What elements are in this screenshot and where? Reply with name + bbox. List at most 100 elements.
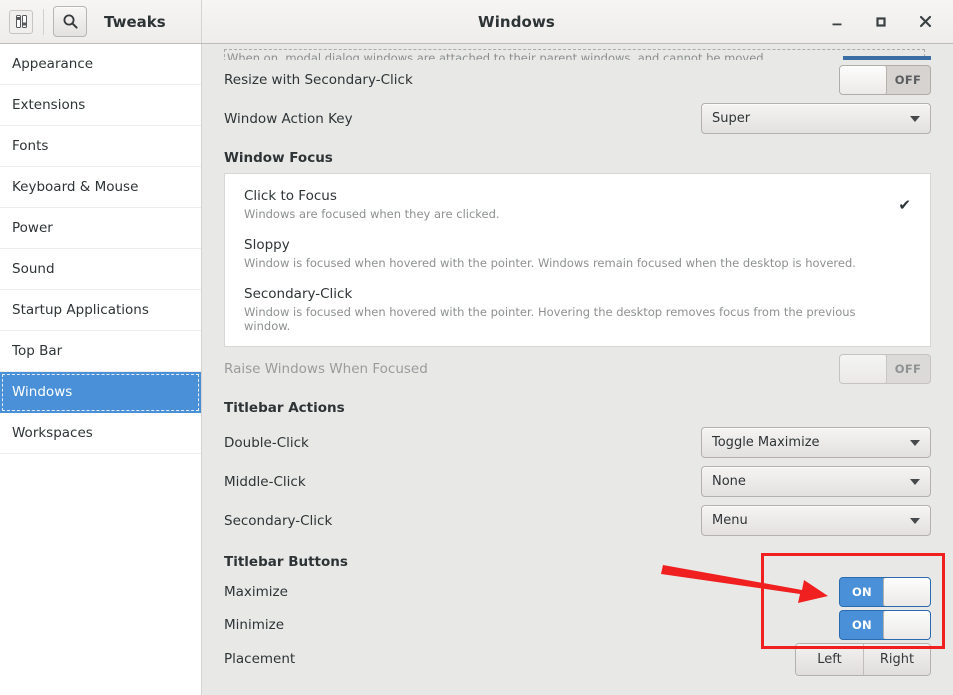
switch-state-label: OFF bbox=[894, 72, 922, 87]
sidebar-item-label: Sound bbox=[12, 261, 55, 277]
placement-right-button[interactable]: Right bbox=[863, 643, 930, 675]
double-click-row: Double-Click Toggle Maximize bbox=[224, 423, 931, 462]
sidebar-item-power[interactable]: Power bbox=[0, 208, 201, 249]
maximize-toggle[interactable]: ON bbox=[839, 576, 931, 607]
option-description: Window is focused when hovered with the … bbox=[244, 305, 856, 333]
maximize-row: Maximize ON bbox=[224, 575, 931, 608]
close-button[interactable] bbox=[911, 8, 939, 36]
secondary-click-dropdown[interactable]: Menu bbox=[701, 505, 931, 536]
double-click-label: Double-Click bbox=[224, 434, 309, 451]
minimize-row: Minimize ON bbox=[224, 608, 931, 641]
chevron-down-icon bbox=[910, 478, 920, 485]
secondary-click-label: Secondary-Click bbox=[224, 512, 333, 529]
sidebar: Appearance Extensions Fonts Keyboard & M… bbox=[0, 44, 202, 695]
option-title: Secondary-Click bbox=[244, 286, 353, 302]
switch-state-label: ON bbox=[840, 610, 884, 639]
window-action-key-label: Window Action Key bbox=[224, 110, 353, 127]
placement-left-button[interactable]: Left bbox=[796, 643, 863, 675]
titlebar-actions-heading: Titlebar Actions bbox=[224, 400, 345, 416]
minimize-icon bbox=[832, 23, 842, 25]
window-focus-options-list: Click to Focus Windows are focused when … bbox=[224, 173, 931, 347]
option-description: Window is focused when hovered with the … bbox=[244, 256, 856, 270]
placement-row: Placement Left Right bbox=[224, 641, 931, 677]
window-focus-option-click-to-focus[interactable]: Click to Focus Windows are focused when … bbox=[225, 180, 930, 229]
raise-windows-when-focused-toggle[interactable]: OFF bbox=[839, 353, 931, 384]
resize-secondary-click-slot: OFF bbox=[697, 64, 931, 95]
switch-state-label: OFF bbox=[894, 361, 922, 376]
minimize-label: Minimize bbox=[224, 616, 284, 633]
clipped-attach-modal-dialogs-row: When on, modal dialog windows are attach… bbox=[224, 44, 931, 60]
app-name-label: Tweaks bbox=[104, 12, 166, 31]
double-click-value: Toggle Maximize bbox=[712, 435, 820, 450]
window-action-key-slot: Super bbox=[697, 103, 931, 134]
raise-windows-slot: OFF bbox=[697, 353, 931, 384]
option-texts: Click to Focus Windows are focused when … bbox=[244, 188, 888, 221]
secondary-click-row: Secondary-Click Menu bbox=[224, 501, 931, 540]
search-button[interactable] bbox=[53, 6, 87, 37]
sidebar-item-label: Startup Applications bbox=[12, 302, 149, 318]
sidebar-item-label: Appearance bbox=[12, 56, 94, 72]
middle-click-slot: None bbox=[697, 466, 931, 497]
header-bar: Tweaks Windows bbox=[0, 0, 953, 44]
window-action-key-value: Super bbox=[712, 111, 751, 126]
sidebar-item-label: Keyboard & Mouse bbox=[12, 179, 139, 195]
sidebar-item-top-bar[interactable]: Top Bar bbox=[0, 331, 201, 372]
tweaks-app-icon bbox=[9, 9, 33, 34]
placement-segmented-control: Left Right bbox=[795, 642, 931, 676]
option-texts: Sloppy Window is focused when hovered wi… bbox=[244, 237, 901, 270]
minimize-button[interactable] bbox=[823, 8, 851, 36]
sidebar-item-workspaces[interactable]: Workspaces bbox=[0, 413, 201, 454]
resize-with-secondary-click-label: Resize with Secondary-Click bbox=[224, 71, 413, 88]
window-controls bbox=[823, 8, 953, 36]
sidebar-item-sound[interactable]: Sound bbox=[0, 249, 201, 290]
middle-click-value: None bbox=[712, 474, 746, 489]
placement-right-label: Right bbox=[879, 651, 915, 667]
sidebar-item-windows[interactable]: Windows bbox=[0, 372, 201, 413]
minimize-slot: ON bbox=[697, 609, 931, 640]
middle-click-dropdown[interactable]: None bbox=[701, 466, 931, 497]
header-separator bbox=[43, 8, 44, 35]
maximize-icon bbox=[876, 16, 886, 27]
placement-slot: Left Right bbox=[697, 642, 931, 676]
sidebar-item-label: Windows bbox=[12, 384, 73, 400]
close-icon bbox=[919, 15, 931, 28]
search-icon bbox=[63, 14, 78, 29]
option-title: Sloppy bbox=[244, 237, 290, 253]
maximize-button[interactable] bbox=[867, 8, 895, 36]
switch-knob bbox=[840, 354, 887, 383]
minimize-toggle[interactable]: ON bbox=[839, 609, 931, 640]
window-action-key-row: Window Action Key Super bbox=[224, 99, 931, 138]
chevron-down-icon bbox=[910, 439, 920, 446]
settings-content: When on, modal dialog windows are attach… bbox=[202, 44, 953, 695]
sidebar-item-label: Fonts bbox=[12, 138, 49, 154]
switch-knob bbox=[883, 577, 930, 606]
maximize-slot: ON bbox=[697, 576, 931, 607]
placement-label: Placement bbox=[224, 651, 296, 667]
window-focus-option-sloppy[interactable]: Sloppy Window is focused when hovered wi… bbox=[225, 229, 930, 278]
window-action-key-dropdown[interactable]: Super bbox=[701, 103, 931, 134]
clipped-switch-sliver[interactable] bbox=[843, 56, 931, 60]
clipped-description: When on, modal dialog windows are attach… bbox=[224, 49, 925, 60]
window-body: Appearance Extensions Fonts Keyboard & M… bbox=[0, 44, 953, 695]
chevron-down-icon bbox=[910, 115, 920, 122]
sidebar-item-extensions[interactable]: Extensions bbox=[0, 85, 201, 126]
double-click-dropdown[interactable]: Toggle Maximize bbox=[701, 427, 931, 458]
sidebar-item-appearance[interactable]: Appearance bbox=[0, 44, 201, 85]
sidebar-item-fonts[interactable]: Fonts bbox=[0, 126, 201, 167]
switch-state-label: ON bbox=[840, 577, 884, 606]
secondary-click-value: Menu bbox=[712, 513, 748, 528]
window-focus-option-secondary-click[interactable]: Secondary-Click Window is focused when h… bbox=[225, 278, 930, 341]
middle-click-row: Middle-Click None bbox=[224, 462, 931, 501]
placement-left-label: Left bbox=[817, 651, 842, 667]
resize-with-secondary-click-row: Resize with Secondary-Click OFF bbox=[224, 60, 931, 99]
tweaks-window: Tweaks Windows Appearance Extensions Fon… bbox=[0, 0, 953, 695]
resize-with-secondary-click-toggle[interactable]: OFF bbox=[839, 64, 931, 95]
chevron-down-icon bbox=[910, 517, 920, 524]
sidebar-item-label: Extensions bbox=[12, 97, 86, 113]
option-description: Windows are focused when they are clicke… bbox=[244, 207, 500, 221]
option-title: Click to Focus bbox=[244, 188, 337, 204]
checkmark-icon: ✔ bbox=[898, 195, 911, 214]
raise-windows-when-focused-label: Raise Windows When Focused bbox=[224, 360, 428, 377]
sidebar-item-startup-applications[interactable]: Startup Applications bbox=[0, 290, 201, 331]
sidebar-item-keyboard-and-mouse[interactable]: Keyboard & Mouse bbox=[0, 167, 201, 208]
